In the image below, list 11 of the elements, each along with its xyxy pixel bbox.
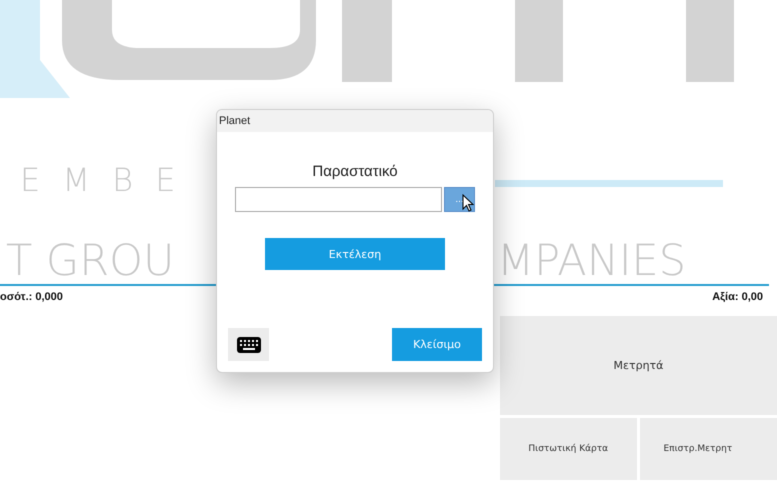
keyboard-button[interactable] <box>228 328 269 361</box>
keyboard-icon <box>236 336 260 352</box>
mouse-pointer-icon <box>462 194 474 212</box>
payment-button[interactable]: Μετρητά <box>500 316 777 415</box>
value-total: Αξία: 0,00 <box>712 291 763 305</box>
payment-button[interactable]: Επιστρ.Μετρητ <box>640 418 777 480</box>
quantity-total: οσότ.: 0,000 <box>0 291 63 305</box>
payment-button[interactable]: Πιστωτική Κάρτα <box>500 418 636 480</box>
window-title: Planet <box>217 110 493 132</box>
input-field[interactable] <box>235 187 442 212</box>
field-label: Παραστατικό <box>312 163 398 182</box>
